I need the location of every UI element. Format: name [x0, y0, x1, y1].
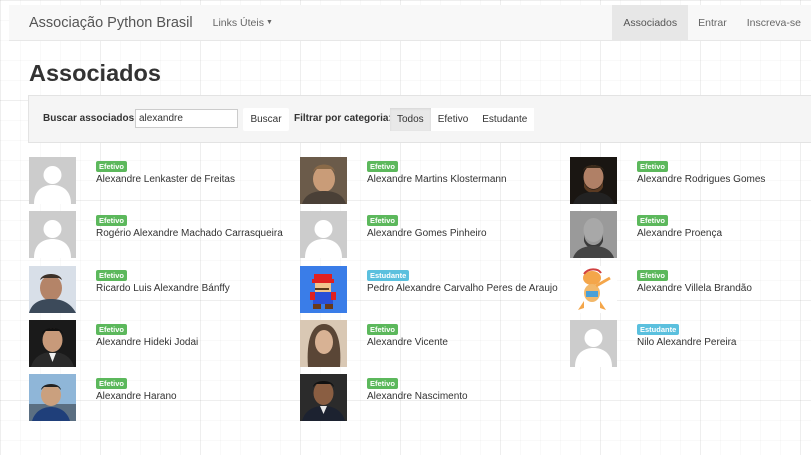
category-badge: Efetivo: [96, 161, 128, 172]
member-name[interactable]: Alexandre Proença: [637, 228, 722, 239]
member-item[interactable]: Efetivo Alexandre Martins Klostermann: [300, 157, 560, 205]
member-name[interactable]: Alexandre Gomes Pinheiro: [367, 228, 487, 239]
member-item[interactable]: Efetivo Alexandre Villela Brandão: [570, 266, 811, 314]
member-name[interactable]: Alexandre Rodrigues Gomes: [637, 174, 765, 185]
member-photo: [300, 157, 347, 204]
cartoon-icon: [570, 266, 617, 313]
default-avatar-icon: [29, 211, 76, 258]
member-name[interactable]: Rogério Alexandre Machado Carrasqueira: [96, 228, 283, 239]
member-name[interactable]: Alexandre Nascimento: [367, 391, 468, 402]
member-item[interactable]: Efetivo Alexandre Hideki Jodai: [29, 320, 289, 368]
default-avatar-icon: [29, 157, 76, 204]
category-badge: Efetivo: [637, 161, 669, 172]
category-badge: Efetivo: [367, 215, 399, 226]
member-item[interactable]: Efetivo Alexandre Nascimento: [300, 374, 560, 422]
category-badge: Efetivo: [367, 161, 399, 172]
mario-icon: [300, 266, 347, 313]
member-photo: [300, 374, 347, 421]
default-avatar-icon: [570, 320, 617, 367]
member-item[interactable]: Efetivo Alexandre Rodrigues Gomes: [570, 157, 811, 205]
member-photo: [29, 374, 76, 421]
default-avatar-icon: [300, 211, 347, 258]
category-badge: Efetivo: [367, 324, 399, 335]
member-name[interactable]: Alexandre Vicente: [367, 337, 448, 348]
category-badge: Efetivo: [637, 215, 669, 226]
member-item[interactable]: Efetivo Rogério Alexandre Machado Carras…: [29, 211, 289, 259]
category-badge: Efetivo: [96, 215, 128, 226]
category-badge: Efetivo: [637, 270, 669, 281]
category-badge: Efetivo: [96, 270, 128, 281]
category-badge: Estudante: [367, 270, 410, 281]
member-photo: [29, 266, 76, 313]
category-badge: Efetivo: [96, 324, 128, 335]
member-name[interactable]: Nilo Alexandre Pereira: [637, 337, 737, 348]
member-item[interactable]: Efetivo Alexandre Vicente: [300, 320, 560, 368]
category-badge: Efetivo: [367, 378, 399, 389]
member-name[interactable]: Alexandre Lenkaster de Freitas: [96, 174, 235, 185]
member-item[interactable]: Efetivo Alexandre Proença: [570, 211, 811, 259]
member-item[interactable]: Efetivo Alexandre Harano: [29, 374, 289, 422]
member-name[interactable]: Alexandre Martins Klostermann: [367, 174, 507, 185]
member-photo: [570, 157, 617, 204]
member-photo: [570, 211, 617, 258]
member-name[interactable]: Alexandre Harano: [96, 391, 177, 402]
member-name[interactable]: Alexandre Hideki Jodai: [96, 337, 198, 348]
member-list: Efetivo Alexandre Lenkaster de Freitas E…: [0, 0, 811, 455]
member-name[interactable]: Alexandre Villela Brandão: [637, 283, 752, 294]
category-badge: Efetivo: [96, 378, 128, 389]
category-badge: Estudante: [637, 324, 680, 335]
member-item[interactable]: Efetivo Alexandre Lenkaster de Freitas: [29, 157, 289, 205]
member-item[interactable]: Estudante Pedro Alexandre Carvalho Peres…: [300, 266, 560, 314]
member-photo: [300, 320, 347, 367]
member-name[interactable]: Ricardo Luis Alexandre Bánffy: [96, 283, 230, 294]
member-name[interactable]: Pedro Alexandre Carvalho Peres de Araujo: [367, 283, 558, 294]
member-item[interactable]: Estudante Nilo Alexandre Pereira: [570, 320, 811, 368]
member-item[interactable]: Efetivo Alexandre Gomes Pinheiro: [300, 211, 560, 259]
member-photo: [29, 320, 76, 367]
member-item[interactable]: Efetivo Ricardo Luis Alexandre Bánffy: [29, 266, 289, 314]
